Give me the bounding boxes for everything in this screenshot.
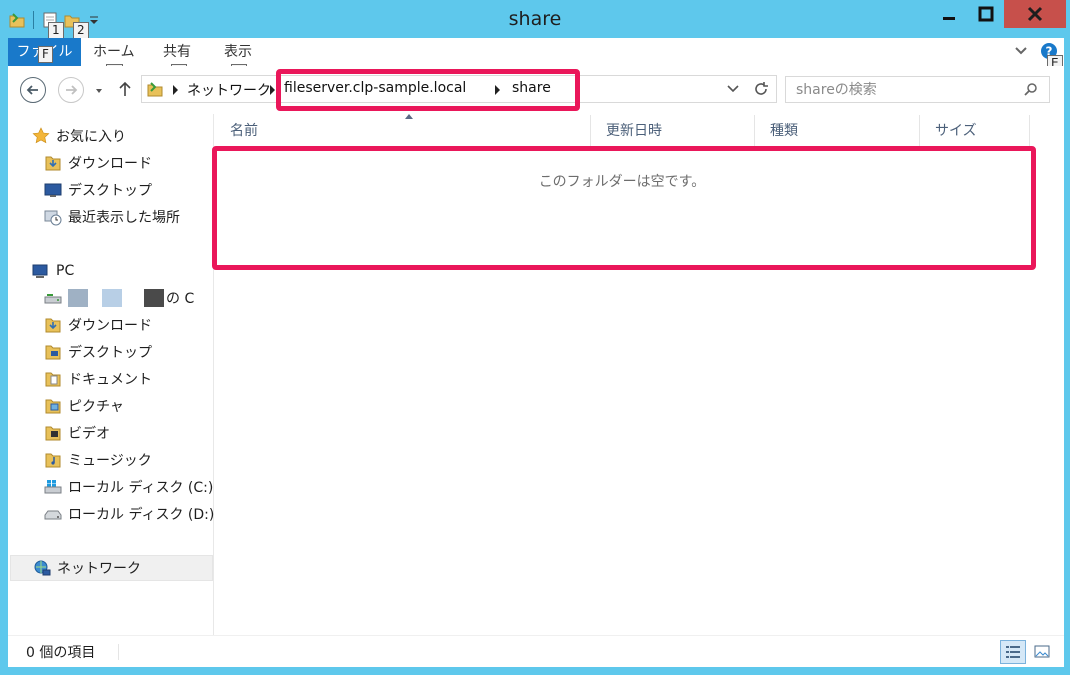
item-count: 0 個の項目: [26, 645, 96, 661]
nav-pc-downloads[interactable]: ダウンロード: [44, 312, 152, 338]
ribbon: ファイル ホーム 共有 表示 ?: [8, 38, 1064, 66]
nav-pc-music[interactable]: ミュージック: [44, 447, 152, 473]
large-icons-view-icon: [1034, 645, 1050, 658]
back-arrow-icon: [26, 85, 38, 95]
star-icon: [32, 127, 50, 145]
nav-pc-pictures-label: ピクチャ: [68, 399, 124, 415]
nav-favorites[interactable]: お気に入り: [32, 123, 126, 149]
forward-arrow-icon: [66, 85, 78, 95]
network-folder-icon: [146, 80, 164, 102]
up-arrow-icon[interactable]: [118, 80, 132, 102]
nav-fav-downloads-label: ダウンロード: [68, 156, 152, 172]
downloads-folder-icon: [44, 154, 62, 172]
nav-pc-drive-c[interactable]: ローカル ディスク (C:): [44, 474, 213, 500]
address-dropdown-icon[interactable]: [726, 82, 740, 100]
keytip-2: 2: [73, 22, 89, 39]
maximize-icon: [978, 6, 994, 22]
toolbar-separator: [33, 11, 34, 29]
maximize-button[interactable]: [968, 0, 1004, 28]
nav-pc-documents-label: ドキュメント: [68, 372, 152, 388]
network-drive-icon: [44, 289, 62, 307]
downloads-folder-icon: [44, 316, 62, 334]
pictures-folder-icon: [44, 397, 62, 415]
nav-fav-recent-label: 最近表示した場所: [68, 210, 180, 226]
nav-pc-videos[interactable]: ビデオ: [44, 420, 110, 446]
nav-pc-documents[interactable]: ドキュメント: [44, 366, 152, 392]
redacted-block: [102, 289, 122, 307]
computer-icon: [32, 262, 50, 280]
nav-pc-drive-c-label: ローカル ディスク (C:): [68, 480, 214, 496]
status-bar: 0 個の項目: [8, 635, 1064, 667]
desktop-folder-icon: [44, 343, 62, 361]
keytip-f: F: [38, 46, 53, 63]
minimize-icon: [943, 17, 955, 20]
expand-ribbon-icon[interactable]: [1014, 44, 1028, 62]
redacted-block: [68, 289, 88, 307]
nav-pc-desktop[interactable]: デスクトップ: [44, 339, 152, 365]
windows-drive-icon: [44, 478, 62, 496]
breadcrumb-network[interactable]: ネットワーク: [187, 80, 271, 100]
details-view-button[interactable]: [1000, 640, 1026, 664]
hard-drive-icon: [44, 505, 62, 523]
redacted-block: [144, 289, 164, 307]
nav-pc-music-label: ミュージック: [68, 453, 152, 469]
redacted-block: [122, 289, 144, 307]
title-bar[interactable]: 1 2 share: [0, 0, 1070, 39]
folder-icon[interactable]: [8, 11, 26, 29]
nav-pc-downloads-label: ダウンロード: [68, 318, 152, 334]
nav-network-label: ネットワーク: [57, 561, 141, 577]
minimize-button[interactable]: [930, 0, 968, 28]
nav-fav-downloads[interactable]: ダウンロード: [44, 150, 152, 176]
tab-home[interactable]: ホーム: [83, 38, 145, 66]
forward-button[interactable]: [58, 77, 84, 103]
search-box: [785, 76, 1050, 103]
column-name[interactable]: 名前: [215, 115, 591, 147]
nav-pc-drive-d-label: ローカル ディスク (D:): [68, 507, 215, 523]
videos-folder-icon: [44, 424, 62, 442]
nav-favorites-label: お気に入り: [56, 129, 126, 145]
nav-pc-pictures[interactable]: ピクチャ: [44, 393, 124, 419]
recent-places-icon: [44, 208, 62, 226]
nav-fav-recent[interactable]: 最近表示した場所: [44, 204, 180, 230]
breadcrumb-chevron-icon[interactable]: [173, 85, 178, 95]
back-button[interactable]: [20, 77, 46, 103]
details-view-icon: [1006, 646, 1020, 658]
nav-network[interactable]: ネットワーク: [10, 555, 213, 581]
documents-folder-icon: [44, 370, 62, 388]
content-highlight-box: [212, 146, 1036, 270]
keytip-1: 1: [48, 22, 64, 39]
nav-pc-desktop-label: デスクトップ: [68, 345, 152, 361]
tab-view[interactable]: 表示: [214, 38, 262, 66]
nav-fav-desktop-label: デスクトップ: [68, 183, 152, 199]
address-highlight-box: [276, 69, 580, 111]
refresh-icon[interactable]: [752, 80, 770, 102]
nav-pc-user-drive[interactable]: の C: [44, 285, 194, 311]
close-button[interactable]: [1004, 0, 1066, 28]
desktop-icon: [44, 181, 62, 199]
window-title: share: [508, 8, 562, 30]
nav-pc[interactable]: PC: [32, 258, 74, 284]
nav-fav-desktop[interactable]: デスクトップ: [44, 177, 152, 203]
column-size[interactable]: サイズ: [920, 115, 1030, 147]
recent-locations-icon[interactable]: [94, 84, 104, 100]
search-input[interactable]: [786, 77, 1006, 102]
explorer-window: 1 2 share ファイル ホーム 共有 表示 ? F H S V E: [0, 0, 1070, 675]
navigation-pane: お気に入り ダウンロード デスクトップ 最近表示した場所 PC の C ダウンロ…: [8, 114, 214, 635]
column-type[interactable]: 種類: [755, 115, 920, 147]
network-icon: [33, 559, 51, 577]
status-divider: [118, 644, 119, 660]
redacted-block: [88, 289, 102, 307]
large-icons-view-button[interactable]: [1029, 640, 1055, 664]
close-icon: [1027, 6, 1043, 22]
nav-pc-user-drive-label: の C: [166, 291, 195, 307]
column-modified[interactable]: 更新日時: [591, 115, 755, 147]
breadcrumb-chevron-icon[interactable]: [270, 85, 275, 95]
nav-pc-label: PC: [56, 263, 75, 279]
tab-share[interactable]: 共有: [153, 38, 201, 66]
nav-pc-drive-d[interactable]: ローカル ディスク (D:): [44, 501, 214, 527]
nav-pc-videos-label: ビデオ: [68, 426, 110, 442]
search-icon[interactable]: [1023, 82, 1039, 102]
music-folder-icon: [44, 451, 62, 469]
